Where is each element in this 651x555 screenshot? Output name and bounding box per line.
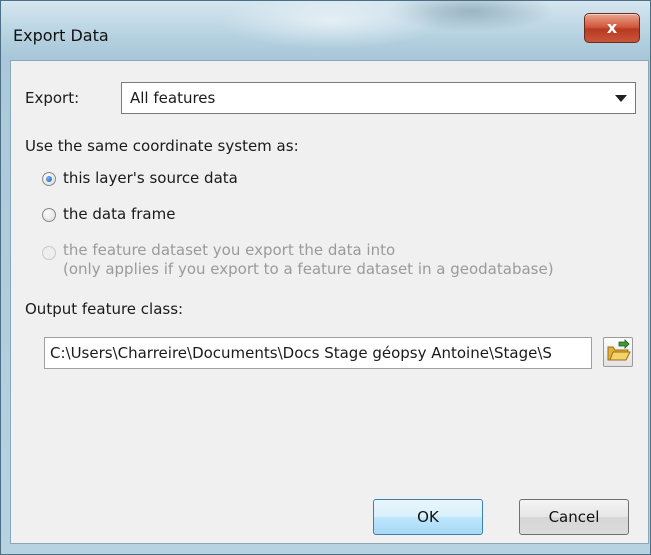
radio-source-data-label[interactable]: this layer's source data — [63, 169, 238, 187]
output-path-input[interactable]: C:\Users\Charreire\Documents\Docs Stage … — [44, 337, 592, 369]
radio-data-frame[interactable] — [42, 208, 56, 222]
ok-button[interactable]: OK — [373, 499, 483, 535]
radio-feature-dataset-label: the feature dataset you export the data … — [63, 241, 396, 259]
close-icon: x — [606, 18, 618, 37]
open-folder-icon — [607, 339, 631, 361]
radio-feature-dataset[interactable] — [42, 246, 56, 260]
dropdown-arrow-icon — [615, 95, 627, 102]
coordinate-system-heading: Use the same coordinate system as: — [25, 137, 299, 155]
export-data-dialog: Export Data x Export: All features Use t… — [0, 0, 651, 555]
output-feature-class-label: Output feature class: — [25, 300, 184, 318]
export-selected-value: All features — [130, 89, 216, 107]
radio-data-frame-label[interactable]: the data frame — [63, 205, 175, 223]
cancel-button[interactable]: Cancel — [519, 499, 629, 535]
close-button[interactable]: x — [584, 13, 640, 43]
dialog-title: Export Data — [13, 26, 109, 45]
radio-feature-dataset-note: (only applies if you export to a feature… — [63, 260, 554, 278]
dialog-body: Export: All features Use the same coordi… — [10, 60, 649, 544]
export-label: Export: — [25, 89, 80, 107]
browse-folder-button[interactable] — [603, 337, 633, 367]
title-bar[interactable]: Export Data x — [1, 1, 650, 59]
export-dropdown[interactable]: All features — [121, 82, 636, 114]
output-path-value: C:\Users\Charreire\Documents\Docs Stage … — [50, 344, 552, 362]
radio-source-data[interactable] — [42, 172, 56, 186]
